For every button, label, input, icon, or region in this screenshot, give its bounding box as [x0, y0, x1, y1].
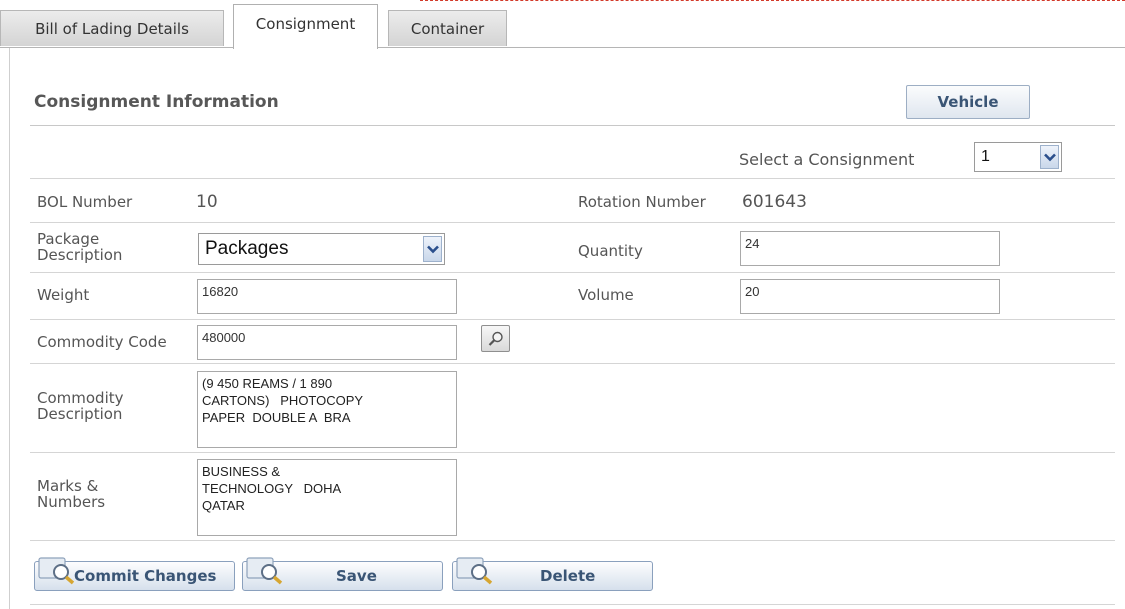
commodity-lookup-button[interactable]: [481, 325, 510, 352]
magnifier-icon: [488, 331, 503, 346]
magnifier-icon: [245, 554, 287, 590]
delete-label: Delete: [540, 567, 596, 585]
weight-label: Weight: [37, 286, 90, 304]
quantity-field[interactable]: 24: [740, 231, 1000, 266]
vehicle-button[interactable]: Vehicle: [906, 85, 1030, 119]
quantity-label: Quantity: [578, 242, 643, 260]
vehicle-button-label: Vehicle: [937, 93, 999, 111]
row-divider: [30, 272, 1115, 273]
marks-numbers-label: Marks & Numbers: [37, 478, 105, 510]
tab-consignment[interactable]: Consignment: [233, 4, 378, 49]
rotation-number-value: 601643: [742, 192, 807, 212]
package-description-select[interactable]: Packages: [198, 233, 445, 265]
commit-changes-label: Commit Changes: [74, 567, 217, 585]
consignment-select[interactable]: 1: [974, 142, 1062, 172]
package-description-label: Package Description: [37, 231, 122, 263]
volume-field[interactable]: 20: [740, 279, 1000, 314]
commodity-description-field[interactable]: (9 450 REAMS / 1 890 CARTONS) PHOTOCOPY …: [197, 371, 457, 448]
tab-label: Container: [410, 19, 485, 38]
section-divider: [30, 125, 1115, 126]
row-divider: [30, 178, 1115, 179]
tab-container[interactable]: Container: [388, 10, 507, 46]
chevron-down-icon[interactable]: [1040, 145, 1059, 169]
bottom-divider: [30, 604, 1115, 605]
magnifier-icon: [455, 554, 497, 590]
commit-changes-button[interactable]: Commit Changes: [34, 557, 235, 591]
label-line: Commodity: [37, 389, 124, 407]
save-button[interactable]: Save: [242, 557, 443, 591]
row-divider: [30, 452, 1115, 453]
save-label: Save: [336, 567, 377, 585]
bol-number-value: 10: [196, 192, 218, 212]
row-divider: [30, 319, 1115, 320]
label-line: Description: [37, 405, 123, 423]
tab-label: Bill of Lading Details: [35, 19, 189, 38]
consignment-select-value: 1: [981, 148, 990, 165]
bol-number-label: BOL Number: [37, 193, 133, 211]
package-description-value: Packages: [205, 238, 289, 259]
select-consignment-label: Select a Consignment: [739, 150, 915, 169]
rotation-number-label: Rotation Number: [578, 193, 706, 211]
label-line: Package: [37, 230, 100, 248]
row-divider: [30, 222, 1115, 223]
marks-numbers-field[interactable]: BUSINESS & TECHNOLOGY DOHA QATAR: [197, 459, 457, 536]
magnifier-icon: [37, 554, 79, 590]
volume-label: Volume: [578, 286, 634, 304]
label-line: Description: [37, 246, 123, 264]
commodity-code-label: Commodity Code: [37, 333, 167, 351]
tab-label: Consignment: [255, 15, 356, 33]
commodity-code-field[interactable]: 480000: [197, 325, 457, 360]
weight-field[interactable]: 16820: [197, 279, 457, 314]
row-divider: [30, 540, 1115, 541]
tab-bar: Bill of Lading Details Consignment Conta…: [0, 0, 1125, 49]
chevron-down-icon[interactable]: [423, 236, 442, 262]
label-line: Marks &: [37, 477, 99, 495]
section-title: Consignment Information: [34, 92, 279, 112]
delete-button[interactable]: Delete: [452, 557, 653, 591]
tab-bill-of-lading-details[interactable]: Bill of Lading Details: [0, 10, 224, 46]
commodity-description-label: Commodity Description: [37, 390, 124, 422]
consignment-panel: [9, 48, 1125, 609]
row-divider: [30, 363, 1115, 364]
label-line: Numbers: [37, 493, 106, 511]
